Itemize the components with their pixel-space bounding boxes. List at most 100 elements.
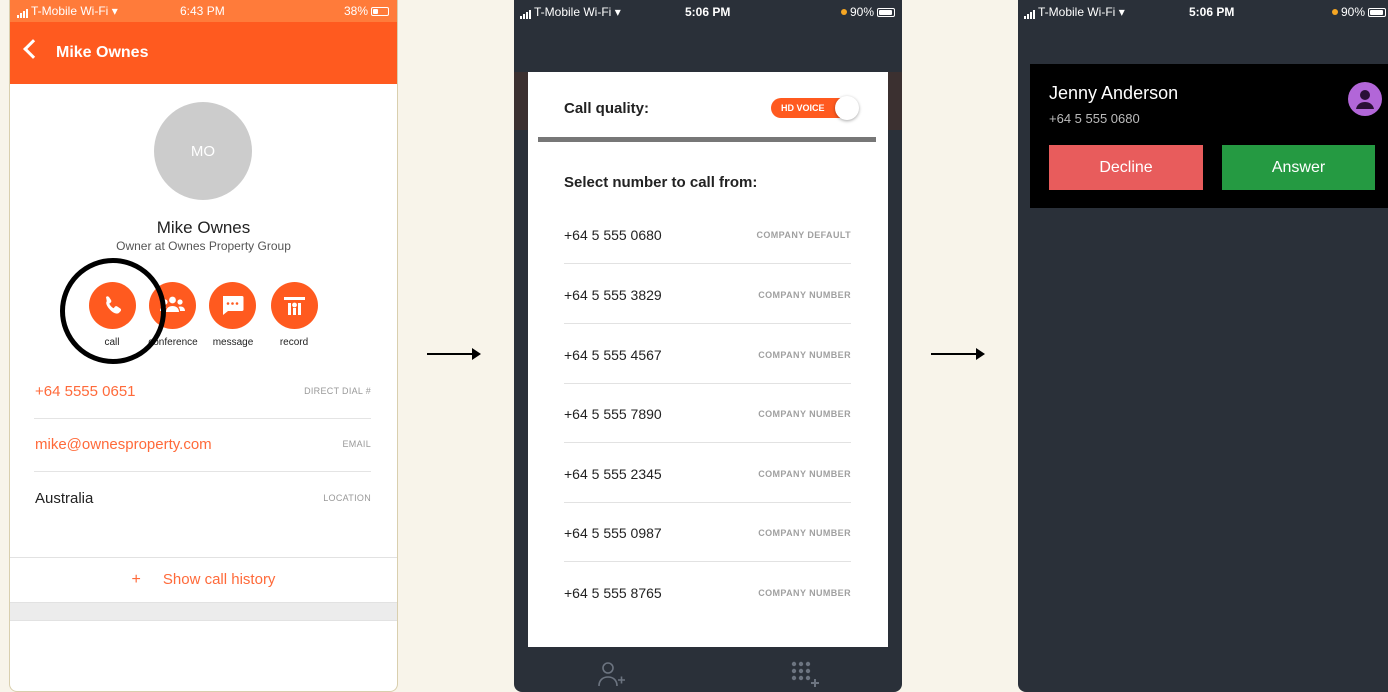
contact-screen: T-Mobile Wi-Fi ▾ 6:43 PM 38% Mike Ownes …: [9, 0, 398, 692]
contact-role: Owner at Ownes Property Group: [116, 239, 291, 253]
status-battery: 90%: [1331, 5, 1386, 19]
show-call-history-label: Show call history: [162, 571, 276, 588]
chat-icon: [223, 296, 244, 315]
number-kind: COMPANY NUMBER: [758, 588, 851, 598]
status-bar: T-Mobile Wi-Fi ▾ 5:06 PM 90%: [1018, 0, 1388, 22]
status-time: 5:06 PM: [1189, 5, 1235, 19]
carrier-label: T-Mobile Wi-Fi: [534, 5, 612, 19]
add-contact-icon[interactable]: [596, 660, 626, 688]
signal-icon: [1024, 5, 1036, 19]
battery-icon: [1368, 8, 1386, 17]
highlight-circle: [60, 258, 166, 364]
decline-button[interactable]: Decline: [1049, 145, 1203, 190]
wifi-icon: ▾: [1118, 5, 1125, 19]
battery-icon: [877, 8, 895, 17]
number-option[interactable]: +64 5 555 7890 COMPANY NUMBER: [564, 406, 851, 466]
location-value: Australia: [35, 490, 94, 507]
number-value: +64 5 555 7890: [564, 406, 662, 422]
number-kind: COMPANY NUMBER: [758, 528, 851, 538]
battery-percent: 90%: [849, 5, 874, 19]
location-field: Australia LOCATION: [34, 473, 371, 526]
divider: [564, 442, 851, 443]
show-call-history-button[interactable]: + Show call history: [10, 557, 397, 603]
signal-icon: [17, 4, 29, 18]
section-band: [10, 603, 397, 621]
status-bar: T-Mobile Wi-Fi ▾ 5:06 PM 90%: [514, 0, 902, 22]
plus-icon: +: [131, 571, 141, 588]
number-option[interactable]: +64 5 555 3829 COMPANY NUMBER: [564, 287, 851, 347]
number-kind: COMPANY NUMBER: [758, 290, 851, 300]
message-button[interactable]: [209, 282, 256, 329]
dialpad-icon[interactable]: [790, 660, 820, 688]
person-icon: [1348, 82, 1382, 116]
direct-dial-key: DIRECT DIAL #: [304, 386, 371, 396]
number-value: +64 5 555 3829: [564, 287, 662, 303]
email-value[interactable]: mike@ownesproperty.com: [35, 436, 212, 453]
call-quality-label: Call quality:: [564, 100, 650, 117]
record-icon: [284, 297, 305, 315]
number-option[interactable]: +64 5 555 0680 COMPANY DEFAULT: [564, 227, 851, 287]
battery-dot-icon: [1331, 9, 1338, 15]
number-kind: COMPANY DEFAULT: [756, 230, 851, 240]
number-option[interactable]: +64 5 555 4567 COMPANY NUMBER: [564, 347, 851, 407]
status-carrier: T-Mobile Wi-Fi ▾: [17, 4, 118, 18]
email-key: EMAIL: [342, 439, 371, 449]
number-value: +64 5 555 4567: [564, 347, 662, 363]
number-kind: COMPANY NUMBER: [758, 469, 851, 479]
number-value: +64 5 555 2345: [564, 466, 662, 482]
status-carrier: T-Mobile Wi-Fi ▾: [520, 5, 621, 19]
answer-button[interactable]: Answer: [1222, 145, 1375, 190]
hd-voice-label: HD VOICE: [781, 103, 825, 113]
caller-name: Jenny Anderson: [1049, 83, 1179, 103]
number-value: +64 5 555 0987: [564, 525, 662, 541]
flow-arrow-2: [931, 348, 985, 360]
status-time: 6:43 PM: [180, 4, 225, 18]
record-button[interactable]: [271, 282, 318, 329]
status-carrier: T-Mobile Wi-Fi ▾: [1024, 5, 1125, 19]
number-option[interactable]: +64 5 555 0987 COMPANY NUMBER: [564, 525, 851, 585]
number-value: +64 5 555 0680: [564, 227, 662, 243]
number-value: +64 5 555 8765: [564, 585, 662, 601]
battery-percent: 38%: [343, 4, 368, 18]
action-label-record: record: [279, 337, 309, 348]
status-battery: 38%: [344, 4, 389, 18]
signal-icon: [520, 5, 532, 19]
status-bar: T-Mobile Wi-Fi ▾ 6:43 PM 38%: [10, 0, 397, 22]
number-kind: COMPANY NUMBER: [758, 409, 851, 419]
divider: [564, 561, 851, 562]
divider: [34, 471, 371, 472]
select-number-label: Select number to call from:: [564, 174, 758, 191]
divider: [564, 383, 851, 384]
number-kind: COMPANY NUMBER: [758, 350, 851, 360]
back-chevron-icon[interactable]: [23, 39, 43, 59]
carrier-label: T-Mobile Wi-Fi: [31, 4, 109, 18]
email-field[interactable]: mike@ownesproperty.com EMAIL: [34, 419, 371, 472]
divider: [564, 263, 851, 264]
hd-voice-toggle[interactable]: HD VOICE: [771, 96, 859, 120]
number-option[interactable]: +64 5 555 8765 COMPANY NUMBER: [564, 585, 851, 645]
battery-icon: [371, 7, 389, 16]
divider-bar: [538, 137, 876, 142]
header-bar: T-Mobile Wi-Fi ▾ 6:43 PM 38% Mike Ownes: [10, 0, 397, 84]
toggle-knob[interactable]: [835, 96, 859, 120]
number-option[interactable]: +64 5 555 2345 COMPANY NUMBER: [564, 466, 851, 526]
contact-name: Mike Ownes: [156, 218, 251, 237]
incoming-call-screen: T-Mobile Wi-Fi ▾ 5:06 PM 90% Jenny Ander…: [1018, 0, 1388, 692]
battery-dot-icon: [840, 9, 847, 15]
carrier-label: T-Mobile Wi-Fi: [1038, 5, 1116, 19]
direct-dial-value[interactable]: +64 5555 0651: [35, 383, 136, 400]
number-picker-modal: Call quality: HD VOICE Select number to …: [528, 72, 888, 647]
wifi-icon: ▾: [614, 5, 621, 19]
flow-arrow-1: [427, 348, 481, 360]
page-title: Mike Ownes: [56, 44, 149, 61]
avatar: MO: [154, 102, 252, 200]
direct-dial-field[interactable]: +64 5555 0651 DIRECT DIAL #: [34, 366, 371, 419]
divider: [564, 502, 851, 503]
status-battery: 90%: [840, 5, 895, 19]
location-key: LOCATION: [323, 493, 371, 503]
incoming-call-card: Jenny Anderson +64 5 555 0680 Decline An…: [1030, 64, 1388, 208]
status-time: 5:06 PM: [685, 5, 731, 19]
battery-percent: 90%: [1340, 5, 1365, 19]
caller-number: +64 5 555 0680: [1049, 111, 1140, 126]
divider: [564, 323, 851, 324]
